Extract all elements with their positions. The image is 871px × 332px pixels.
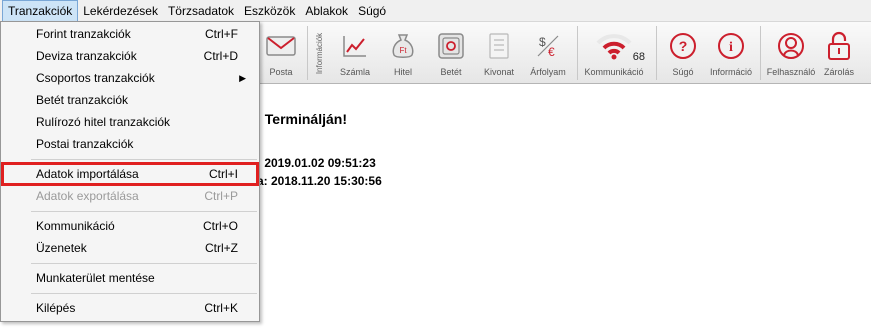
money-bag-icon: Ft — [386, 29, 420, 63]
toolbar-separator — [307, 26, 308, 80]
toolbar-zarolas-button[interactable]: Zárolás — [820, 22, 858, 84]
menu-item-deviza-tranzakciok[interactable]: Deviza tranzakciók Ctrl+D — [2, 45, 258, 67]
toolbar-informacio-button[interactable]: i Információ — [706, 22, 756, 84]
user-icon — [774, 29, 808, 63]
help-icon: ? — [666, 29, 700, 63]
wifi-signal-icon: 68 — [589, 29, 645, 63]
menu-bar: Tranzakciók Lekérdezések Törzsadatok Esz… — [0, 0, 871, 22]
menu-separator — [31, 211, 257, 212]
menu-item-kilepes[interactable]: Kilépés Ctrl+K — [2, 297, 258, 319]
toolbar-sugo-label: Súgó — [672, 67, 694, 77]
menu-item-adatok-exportalasa: Adatok exportálása Ctrl+P — [36, 189, 238, 203]
toolbar-separator — [656, 26, 657, 80]
menu-item-uzenetek[interactable]: Üzenetek Ctrl+Z — [2, 237, 258, 259]
toolbar-hitel-label: Hitel — [393, 67, 412, 77]
toolbar-informacio-label: Információ — [709, 67, 753, 77]
toolbar-szamla-label: Számla — [339, 67, 370, 77]
menu-item-kommunikacio[interactable]: Kommunikáció Ctrl+O — [2, 215, 258, 237]
menu-tranzakciok[interactable]: Tranzakciók — [2, 0, 79, 22]
menu-separator — [31, 263, 257, 264]
toolbar-zarolas-label: Zárolás — [823, 67, 854, 77]
padlock-icon — [822, 29, 856, 63]
toolbar-separator — [760, 26, 761, 80]
toolbar-kommunikacio-button[interactable]: 68 Kommunikáció — [582, 22, 646, 84]
svg-text:€: € — [548, 45, 555, 59]
submenu-arrow-icon: ▶ — [239, 72, 246, 83]
document-list-icon — [482, 29, 516, 63]
menu-item-adatok-importalasa[interactable]: Adatok importálása Ctrl+I — [1, 162, 259, 186]
toolbar-posta-button[interactable]: Posta — [262, 22, 300, 84]
svg-text:?: ? — [679, 38, 688, 54]
menu-ablakok[interactable]: Ablakok — [300, 1, 353, 21]
toolbar-betet-button[interactable]: Betét — [432, 22, 470, 84]
menu-separator — [31, 159, 257, 160]
line-chart-icon — [338, 29, 372, 63]
safe-icon — [434, 29, 468, 63]
info-icon: i — [714, 29, 748, 63]
previous-login-line: a: 2018.11.20 15:30:56 — [257, 174, 382, 188]
kommunikacio-count: 68 — [632, 51, 645, 63]
menu-separator — [31, 293, 257, 294]
toolbar-sugo-button[interactable]: ? Súgó — [664, 22, 702, 84]
currency-exchange-icon: $ € — [531, 29, 565, 63]
toolbar-szamla-button[interactable]: Számla — [336, 22, 374, 84]
menu-item-betet-tranzakciok[interactable]: Betét tranzakciók — [2, 89, 258, 111]
welcome-text: i Terminálján! — [257, 111, 347, 127]
toolbar-informaciok-group-label: Információk — [315, 32, 325, 74]
toolbar-kommunikacio-label: Kommunikáció — [584, 67, 644, 77]
last-login-line: : 2019.01.02 09:51:23 — [257, 156, 376, 170]
toolbar-arfolyam-button[interactable]: $ € Árfolyam — [526, 22, 570, 84]
menu-item-forint-tranzakciok[interactable]: Forint tranzakciók Ctrl+F — [2, 23, 258, 45]
menu-item-postai-tranzakciok[interactable]: Postai tranzakciók — [2, 133, 258, 155]
menu-item-rulirozo-hitel-tranzakciok[interactable]: Rulírozó hitel tranzakciók — [2, 111, 258, 133]
toolbar-betet-label: Betét — [440, 67, 462, 77]
toolbar-felhasznalo-button[interactable]: Felhasználó — [764, 22, 818, 84]
toolbar-felhasznalo-label: Felhasználó — [766, 67, 816, 77]
svg-text:i: i — [729, 40, 733, 55]
svg-text:Ft: Ft — [399, 46, 407, 55]
toolbar-separator — [577, 26, 578, 80]
menu-torzsadatok[interactable]: Törzsadatok — [163, 1, 239, 21]
toolbar-posta-label: Posta — [269, 67, 293, 77]
menu-eszkozok[interactable]: Eszközök — [239, 1, 300, 21]
tranzakciok-dropdown-menu: Forint tranzakciók Ctrl+F Deviza tranzak… — [0, 21, 260, 322]
menu-item-munkaterulet-mentese[interactable]: Munkaterület mentése — [2, 267, 258, 289]
svg-text:$: $ — [539, 35, 546, 49]
toolbar-kivonat-label: Kivonat — [483, 67, 515, 77]
toolbar-arfolyam-label: Árfolyam — [530, 67, 566, 77]
toolbar-kivonat-button[interactable]: Kivonat — [480, 22, 518, 84]
menu-lekerdezesek[interactable]: Lekérdezések — [78, 1, 163, 21]
menu-sugo[interactable]: Súgó — [353, 1, 391, 21]
envelope-icon — [264, 29, 298, 63]
toolbar-hitel-button[interactable]: Ft Hitel — [384, 22, 422, 84]
menu-item-csoportos-tranzakciok[interactable]: Csoportos tranzakciók ▶ — [2, 67, 258, 89]
